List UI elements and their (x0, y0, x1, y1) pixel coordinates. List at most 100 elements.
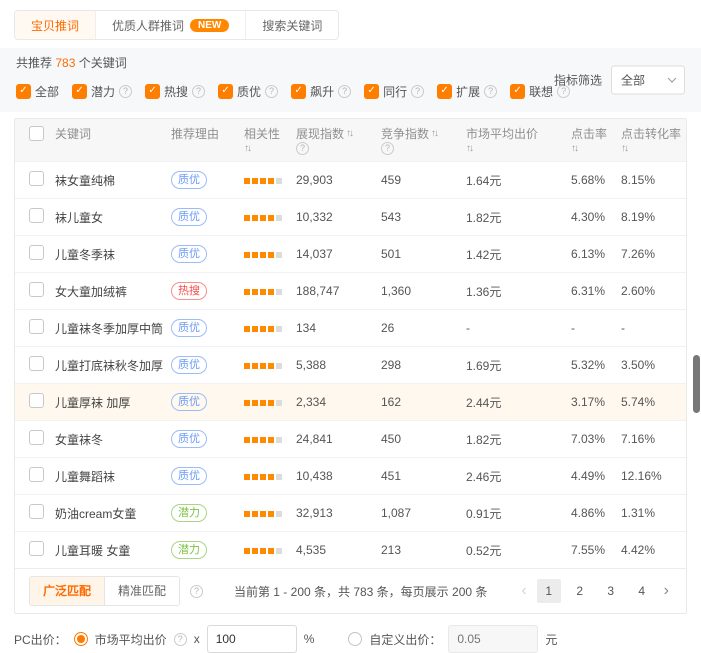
sort-icon[interactable]: ↑↓ (431, 128, 439, 139)
sort-icon[interactable]: ↑↓ (346, 128, 354, 139)
relevance-bars (244, 363, 282, 369)
avg-price-value: 1.64元 (466, 172, 571, 189)
help-icon[interactable]: ? (381, 142, 394, 155)
radio-market-average[interactable] (74, 632, 88, 646)
page-number-button[interactable]: 3 (599, 579, 623, 603)
help-icon[interactable]: ? (484, 85, 497, 98)
table-row: 儿童舞蹈袜 质优 10,438 451 2.46元 4.49% 12.16% (15, 457, 686, 494)
checkbox-checked-icon[interactable]: ✓ (72, 84, 87, 99)
cvr-value: 4.42% (621, 543, 686, 557)
column-header[interactable]: 关键词 ↑↓ ↑↓ ? (55, 125, 171, 156)
scrollbar-thumb[interactable] (693, 355, 700, 413)
row-checkbox-cell (15, 208, 55, 226)
checkbox-checked-icon[interactable]: ✓ (510, 84, 525, 99)
summary-prefix: 共推荐 (16, 56, 55, 70)
row-checkbox[interactable] (29, 541, 44, 556)
column-header-label: 相关性 (244, 125, 280, 142)
competition-value: 543 (381, 210, 466, 224)
help-icon[interactable]: ? (190, 585, 203, 598)
radio-custom-bid[interactable] (348, 632, 362, 646)
competition-value: 213 (381, 543, 466, 557)
row-checkbox[interactable] (29, 208, 44, 223)
checkbox-checked-icon[interactable]: ✓ (437, 84, 452, 99)
checkbox-checked-icon[interactable]: ✓ (291, 84, 306, 99)
match-mode-button[interactable]: 精准匹配 (104, 577, 179, 605)
filter-checkbox-item[interactable]: ✓ 同行 ? (364, 83, 424, 100)
help-icon[interactable]: ? (174, 633, 187, 646)
sort-icon[interactable]: ↑↓ (571, 143, 579, 154)
reason-tag: 质优 (171, 430, 207, 448)
checkbox-checked-icon[interactable]: ✓ (364, 84, 379, 99)
impressions-value: 32,913 (296, 506, 381, 520)
checkbox-checked-icon[interactable]: ✓ (145, 84, 160, 99)
tab-search-keywords[interactable]: 搜索关键词 (245, 11, 338, 39)
row-checkbox[interactable] (29, 356, 44, 371)
column-header[interactable]: 展现指数 ↑↓ ↑↓ ? (296, 125, 381, 156)
help-icon[interactable]: ? (411, 85, 424, 98)
keyword-label: 儿童冬季袜 (55, 246, 171, 263)
row-checkbox[interactable] (29, 504, 44, 519)
filter-checkbox-item[interactable]: ✓ 全部 ? (16, 83, 59, 100)
percent-input[interactable] (207, 625, 297, 653)
reason-cell: 质优 (171, 208, 244, 226)
help-icon[interactable]: ? (192, 85, 205, 98)
row-checkbox[interactable] (29, 319, 44, 334)
table-footer: 广泛匹配 精准匹配 ? 当前第 1 - 200 条，共 783 条，每页展示 2… (15, 568, 686, 613)
help-icon[interactable]: ? (119, 85, 132, 98)
column-header[interactable]: 市场平均出价 ↑↓ ↑↓ ? (466, 125, 571, 156)
dropdown-value: 全部 (621, 72, 645, 89)
column-header[interactable]: 推荐理由 ↑↓ ↑↓ ? (171, 125, 244, 156)
next-page-icon[interactable]: › (661, 580, 672, 602)
row-checkbox[interactable] (29, 393, 44, 408)
filter-checkbox-item[interactable]: ✓ 热搜 ? (145, 83, 205, 100)
checkbox-checked-icon[interactable]: ✓ (16, 84, 31, 99)
filter-checkbox-item[interactable]: ✓ 质优 ? (218, 83, 278, 100)
sort-icon[interactable]: ↑↓ (244, 143, 252, 154)
competition-value: 459 (381, 173, 466, 187)
avg-price-value: 2.44元 (466, 394, 571, 411)
page-number-button[interactable]: 1 (537, 579, 561, 603)
row-checkbox[interactable] (29, 282, 44, 297)
relevance-cell (244, 469, 296, 483)
select-all-checkbox[interactable] (29, 126, 44, 141)
cvr-value: 2.60% (621, 284, 686, 298)
sort-icon[interactable]: ↑↓ (621, 143, 629, 154)
help-icon[interactable]: ? (338, 85, 351, 98)
table-row: 儿童袜冬季加厚中筒 质优 134 26 - - - (15, 309, 686, 346)
keyword-label: 儿童打底袜秋冬加厚 (55, 357, 171, 374)
column-header[interactable]: 相关性 ↑↓ ↑↓ ? (244, 125, 296, 156)
avg-price-value: 2.46元 (466, 468, 571, 485)
column-header[interactable]: 竞争指数 ↑↓ ↑↓ ? (381, 125, 466, 156)
tab-crowd-recommend[interactable]: 优质人群推词 NEW (95, 11, 245, 39)
row-checkbox[interactable] (29, 467, 44, 482)
custom-bid-input[interactable] (448, 625, 538, 653)
filter-checkbox-item[interactable]: ✓ 扩展 ? (437, 83, 497, 100)
row-checkbox-cell (15, 245, 55, 263)
row-checkbox[interactable] (29, 245, 44, 260)
avg-price-value: 0.52元 (466, 542, 571, 559)
column-header[interactable]: 点击转化率 ↑↓ ↑↓ ? (621, 125, 686, 156)
help-icon[interactable]: ? (296, 142, 309, 155)
cvr-value: 8.19% (621, 210, 686, 224)
page-number-button[interactable]: 2 (568, 579, 592, 603)
tab-item-recommend[interactable]: 宝贝推词 (15, 11, 95, 39)
sort-icon[interactable]: ↑↓ (466, 143, 474, 154)
help-icon[interactable]: ? (265, 85, 278, 98)
checkbox-checked-icon[interactable]: ✓ (218, 84, 233, 99)
relevance-cell (244, 358, 296, 372)
reason-tag: 质优 (171, 319, 207, 337)
filter-checkbox-item[interactable]: ✓ 潜力 ? (72, 83, 132, 100)
metric-filter-dropdown[interactable]: 全部 (611, 66, 685, 95)
filter-checkbox-item[interactable]: ✓ 飙升 ? (291, 83, 351, 100)
competition-value: 26 (381, 321, 466, 335)
column-header-label: 点击率 (571, 125, 607, 142)
prev-page-icon[interactable]: ‹ (518, 580, 529, 602)
avg-price-value: 1.82元 (466, 431, 571, 448)
row-checkbox[interactable] (29, 171, 44, 186)
match-mode-button[interactable]: 广泛匹配 (30, 577, 104, 605)
row-checkbox-cell (15, 504, 55, 522)
page-number-button[interactable]: 4 (630, 579, 654, 603)
column-header[interactable]: 点击率 ↑↓ ↑↓ ? (571, 125, 621, 156)
keyword-table: 关键词 ↑↓ ↑↓ ? 推荐理由 ↑↓ ↑↓ ? (14, 118, 687, 614)
row-checkbox[interactable] (29, 430, 44, 445)
